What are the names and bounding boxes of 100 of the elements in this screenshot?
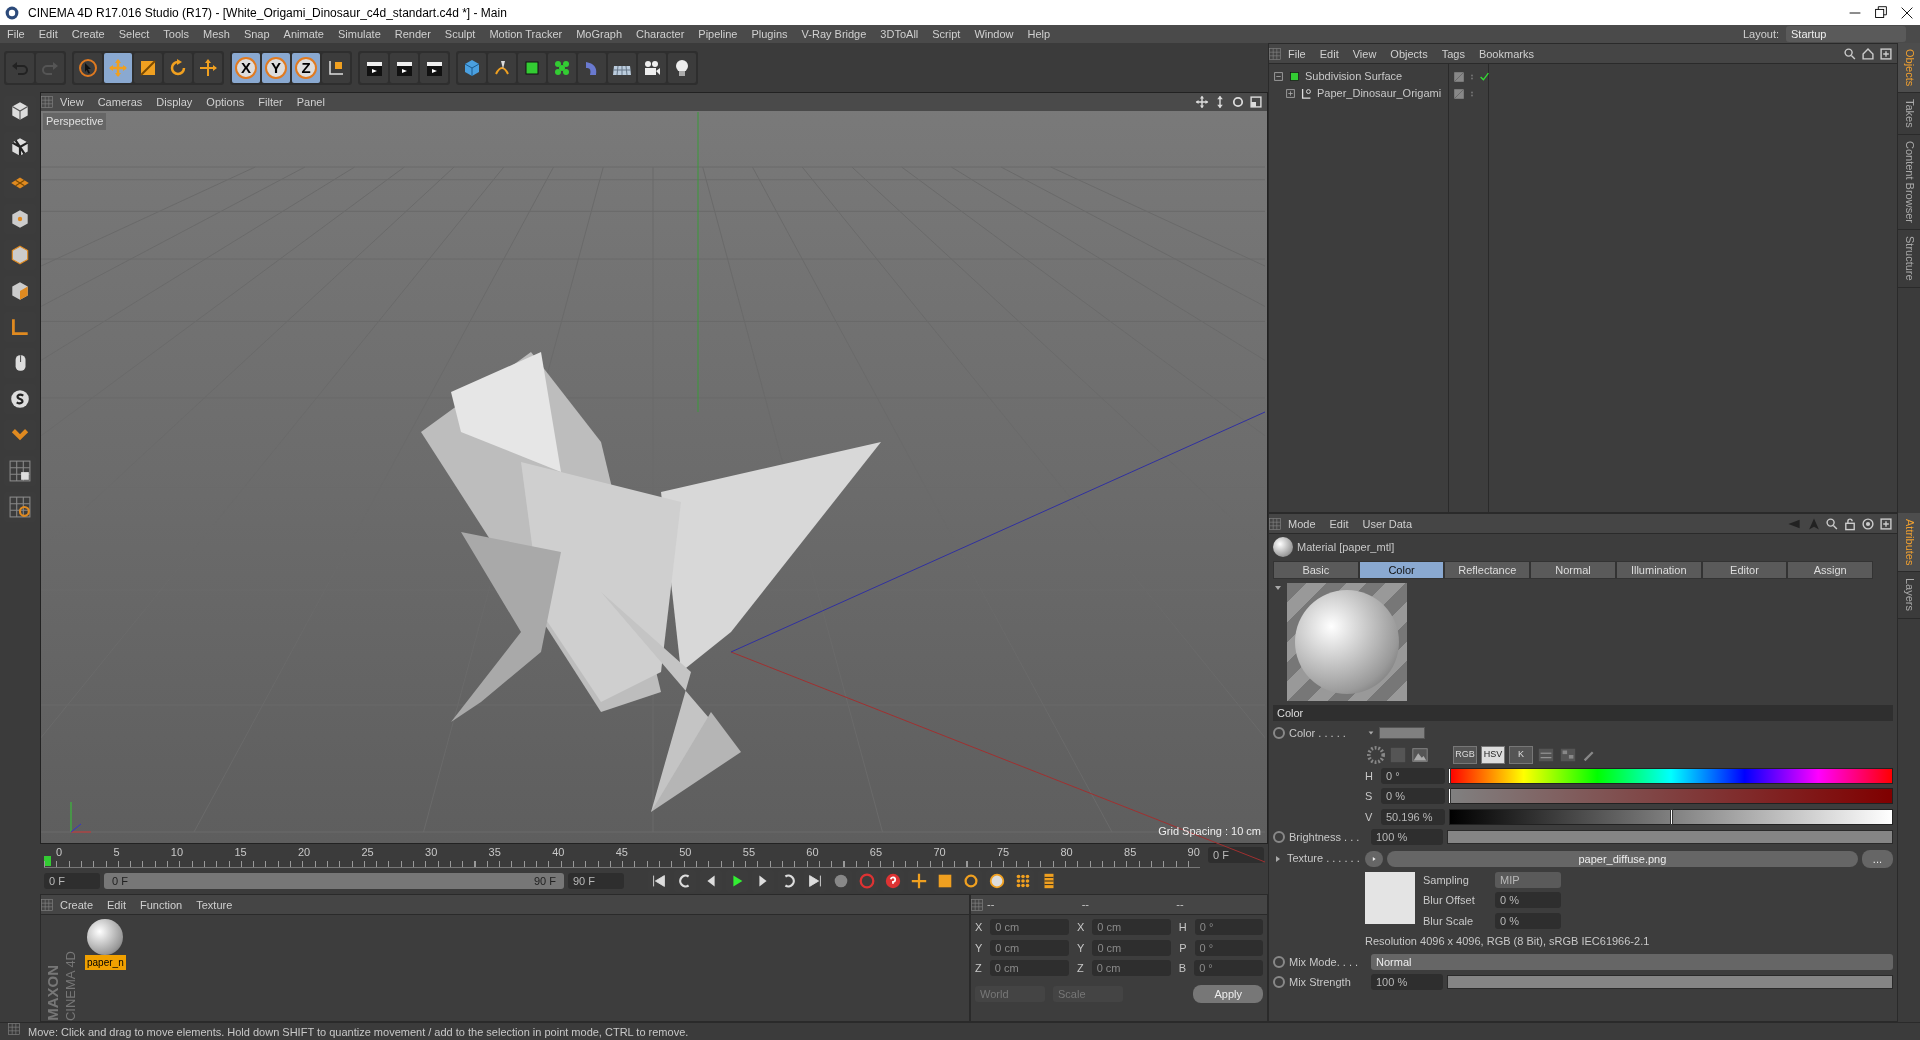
menu-item[interactable]: Function (133, 895, 190, 914)
menu-item[interactable]: Objects (1383, 44, 1435, 63)
menu-item[interactable]: V-Ray Bridge (794, 25, 874, 43)
pan-icon[interactable] (1195, 95, 1209, 109)
menu-item[interactable]: Edit (1322, 514, 1356, 533)
color-mode-button[interactable]: HSV (1481, 745, 1505, 764)
menu-item[interactable]: Animate (276, 25, 331, 43)
snap-icon[interactable] (9, 388, 31, 410)
menu-item[interactable]: Edit (31, 25, 65, 43)
menu-item[interactable]: Create (64, 25, 112, 43)
keyframe-radio[interactable] (1273, 955, 1285, 968)
texture-play-button[interactable] (1365, 850, 1383, 867)
image-icon[interactable] (1411, 745, 1429, 764)
side-tab[interactable]: Objects (1898, 43, 1920, 94)
channel-field[interactable]: 0 % (1381, 788, 1445, 805)
menu-item[interactable]: Pipeline (691, 25, 745, 43)
menu-item[interactable]: Edit (100, 895, 133, 914)
channel-slider[interactable] (1449, 767, 1893, 784)
menu-item[interactable]: Options (199, 93, 252, 111)
help-icon[interactable] (884, 872, 902, 890)
menu-item[interactable]: 3DToAll (873, 25, 926, 43)
menu-item[interactable]: File (0, 25, 32, 43)
menu-item[interactable]: Plugins (744, 25, 795, 43)
texture-file-field[interactable]: paper_diffuse.png (1387, 850, 1858, 867)
dots-grid-icon[interactable] (1014, 872, 1032, 890)
points-cube-icon[interactable] (9, 208, 31, 230)
grid-rotate-icon[interactable] (9, 496, 31, 518)
home-icon[interactable] (1861, 46, 1875, 61)
rotate-icon[interactable] (168, 57, 188, 78)
search-icon[interactable] (1843, 46, 1857, 61)
attribute-tab[interactable]: Reflectance (1444, 561, 1531, 579)
range-bar[interactable]: 0 F 90 F (104, 873, 564, 889)
menu-item[interactable]: MoGraph (569, 25, 630, 43)
keyframe-radio[interactable] (1273, 831, 1285, 844)
target-icon[interactable] (1861, 516, 1875, 531)
expand-icon[interactable] (1285, 88, 1296, 99)
value-field[interactable]: 100 % (1371, 829, 1443, 846)
axis-lock-button[interactable]: Y (262, 52, 290, 83)
polygons-cube-icon[interactable] (9, 280, 31, 302)
maximize-icon[interactable] (1249, 95, 1263, 109)
menu-item[interactable]: Select (111, 25, 157, 43)
axis-icon[interactable] (9, 316, 31, 338)
menu-item[interactable]: Create (53, 895, 101, 914)
first-frame-icon[interactable] (650, 872, 668, 890)
orbit-icon[interactable] (1231, 95, 1245, 109)
end-frame-field[interactable]: 90 F (568, 873, 624, 889)
menu-item[interactable]: User Data (1355, 514, 1420, 533)
menu-item[interactable]: Tags (1434, 44, 1472, 63)
visibility-toggle-icon[interactable] (1453, 70, 1465, 83)
cube-icon[interactable] (462, 57, 482, 78)
attribute-tab[interactable]: Color (1358, 561, 1445, 579)
mix-mode-dropdown[interactable]: Normal (1371, 953, 1893, 970)
side-tab[interactable]: Attributes (1898, 513, 1920, 573)
sampling-dropdown[interactable]: MIP (1495, 871, 1561, 888)
visibility-toggle-icon[interactable] (1453, 87, 1465, 100)
menu-item[interactable]: Simulate (330, 25, 388, 43)
menu-item[interactable]: Sculpt (437, 25, 483, 43)
menu-item[interactable]: View (1345, 44, 1384, 63)
cursor-icon[interactable] (78, 57, 98, 78)
attribute-tab[interactable]: Normal (1530, 561, 1616, 579)
attribute-tab[interactable]: Assign (1787, 561, 1874, 579)
menu-item[interactable]: Texture (189, 895, 240, 914)
lock-icon[interactable] (1843, 516, 1857, 531)
start-frame-field[interactable]: 0 F (44, 873, 100, 889)
material-ball[interactable] (87, 919, 124, 955)
new-panel-icon[interactable] (1879, 46, 1893, 61)
collapse-icon[interactable] (1273, 71, 1284, 82)
menu-item[interactable]: Character (629, 25, 692, 43)
value-bar[interactable] (1447, 830, 1893, 845)
rotate-icon[interactable] (962, 872, 980, 890)
scale-icon[interactable] (936, 872, 954, 890)
keyframe-radio[interactable] (1273, 727, 1285, 740)
key-icon[interactable] (832, 872, 850, 890)
menu-item[interactable]: Mode (1281, 514, 1323, 533)
menu-item[interactable]: File (1281, 44, 1313, 63)
blur-offset-field[interactable]: 0 % (1495, 892, 1561, 909)
value-bar[interactable] (1447, 975, 1893, 990)
last-frame-icon[interactable] (806, 872, 824, 890)
attribute-tab[interactable]: Illumination (1615, 561, 1702, 579)
move-icon[interactable] (910, 872, 928, 890)
menu-item[interactable]: Display (149, 93, 200, 111)
attribute-tab[interactable]: Basic (1273, 561, 1359, 579)
menu-item[interactable]: Mesh (196, 25, 237, 43)
edges-cube-icon[interactable] (9, 244, 31, 266)
material-name[interactable]: paper_n (85, 955, 126, 970)
value-field[interactable]: 100 % (1371, 974, 1443, 991)
axis-lock-button[interactable]: X (232, 52, 260, 83)
new-panel-icon[interactable] (1879, 516, 1893, 531)
menu-item[interactable]: Motion Tracker (482, 25, 570, 43)
color-swatch[interactable] (1379, 727, 1425, 740)
color-mode-button[interactable]: K (1509, 745, 1533, 764)
menu-item[interactable]: Help (1020, 25, 1058, 43)
menu-item[interactable]: Filter (251, 93, 290, 111)
browse-button[interactable]: ... (1861, 849, 1893, 868)
object-name[interactable]: Subdivision Surface (1305, 68, 1403, 85)
menu-item[interactable]: Bookmarks (1471, 44, 1541, 63)
axis-lock-button[interactable]: Z (292, 52, 320, 83)
blur-scale-field[interactable]: 0 % (1495, 912, 1561, 929)
menu-item[interactable]: Tools (156, 25, 196, 43)
transform-icon[interactable] (198, 57, 218, 78)
